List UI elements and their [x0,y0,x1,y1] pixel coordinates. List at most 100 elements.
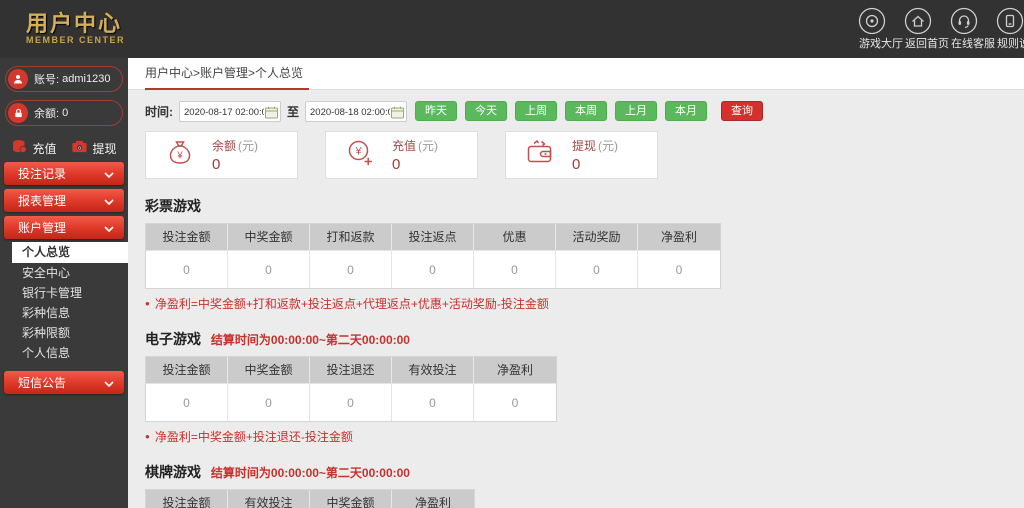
electronic-section-title: 电子游戏 结算时间为00:00:00~第二天00:00:00 [145,329,1007,349]
menu-label: 短信公告 [18,376,67,390]
chess-section-title: 棋牌游戏 结算时间为00:00:00~第二天00:00:00 [145,462,1007,482]
logo-title: 用户中心 [26,10,123,36]
column-header: 投注金额 [146,357,228,383]
column-header: 净盈利 [496,363,533,377]
balance-label: 余额: [34,108,60,120]
chevron-down-icon [104,167,114,181]
column-header: 中奖金额 [228,357,310,383]
column-header: 投注返点 [392,224,474,250]
quick-today-button[interactable]: 今天 [465,101,508,121]
lock-icon [8,103,28,123]
breadcrumb[interactable]: 用户中心>账户管理>个人总览 [145,58,310,90]
quick-yesterday-button[interactable]: 昨天 [415,101,458,121]
cell-value: 0 [556,250,638,288]
submenu-personal-info[interactable]: 个人信息 [0,343,128,363]
withdraw-value: 0 [572,156,581,173]
yen-plus-icon: ¥ [344,137,376,174]
recharge-button[interactable]: 充值 [11,138,57,158]
cell-value: 0 [146,383,228,421]
nav-game-hall[interactable]: 游戏大厅 [858,7,904,51]
balance-value: 0 [62,107,69,119]
menu-label: 账户管理 [18,221,67,235]
recharge-value: 0 [392,156,401,173]
column-header: 有效投注 [392,357,474,383]
note-text: 净盈利=中奖金额+投注退还-投注金额 [154,430,353,444]
cell-value: 0 [228,383,310,421]
quick-this-month-button[interactable]: 本月 [665,101,708,121]
account-box: 账号: admi1230 [5,66,123,92]
menu-sms-announcement[interactable]: 短信公告 [4,371,124,394]
quick-last-week-button[interactable]: 上周 [515,101,558,121]
svg-text:0: 0 [79,145,82,151]
table-header-row: 投注金额 中奖金额 投注退还 有效投注 净盈利 [146,357,556,383]
stat-cards: ¥ 余额 (元) 0 ¥ 充值 (元) 0 提现 (元) 0 [145,131,1007,179]
menu-account-management[interactable]: 账户管理 [4,216,124,239]
submenu-bank-card[interactable]: 银行卡管理 [0,283,128,303]
sidebar: 账号: admi1230 余额: 0 充值 0 提现 投注记录 报表管理 账户管… [0,58,128,508]
settlement-time-note: 结算时间为00:00:00~第二天00:00:00 [210,466,410,480]
withdraw-button[interactable]: 0 提现 [71,138,117,158]
quick-this-week-button[interactable]: 本周 [565,101,608,121]
menu-bet-records[interactable]: 投注记录 [4,162,124,185]
cell-value: 0 [474,250,556,288]
logo-subtitle: MEMBER CENTER [26,35,126,46]
home-icon [904,7,950,35]
submenu-lottery-info[interactable]: 彩种信息 [0,303,128,323]
to-label: 至 [287,104,300,119]
column-header: 净盈利 [660,230,697,244]
column-header: 投注金额 [146,490,228,508]
column-header: 净盈利 [414,496,451,508]
date-to-field[interactable] [305,100,408,124]
stat-label: 提现 [572,139,597,153]
column-header: 打和返款 [310,224,392,250]
electronic-formula-note: ● 净盈利=中奖金额+投注退还-投注金额 [145,428,1007,445]
lottery-section-title: 彩票游戏 [145,196,1007,216]
submenu-personal-overview[interactable]: 个人总览 [12,242,128,263]
logo: 用户中心 MEMBER CENTER [0,10,126,46]
settlement-time-note: 结算时间为00:00:00~第二天00:00:00 [210,333,410,347]
coins-icon [11,138,28,158]
top-nav: 游戏大厅 返回首页 在线客服 规则 [858,7,1024,51]
nav-label: 规则说明 [997,38,1024,50]
submenu-security-center[interactable]: 安全中心 [0,263,128,283]
bullet-icon: ● [145,299,150,308]
column-header: 活动奖励 [556,224,638,250]
balance-value: 0 [212,156,221,173]
customer-service-icon [950,7,996,35]
electronic-table: 投注金额 中奖金额 投注退还 有效投注 净盈利 0 0 0 0 0 [145,356,557,422]
search-button[interactable]: 查询 [721,101,764,121]
nav-rules[interactable]: 规则说明 [996,7,1024,51]
stat-unit: (元) [598,139,619,153]
rules-icon [996,7,1024,35]
account-value: admi1230 [62,73,111,85]
money-actions: 充值 0 提现 [4,138,124,158]
column-header: 中奖金额 [310,490,392,508]
section-title-text: 彩票游戏 [145,198,201,214]
cell-value: 0 [310,250,392,288]
menu-report-management[interactable]: 报表管理 [4,189,124,212]
stat-unit: (元) [238,139,259,153]
wallet-red-icon: 0 [71,138,88,158]
top-header: 用户中心 MEMBER CENTER 游戏大厅 返回首页 在线客服 规则 [0,0,1024,58]
nav-label: 在线客服 [951,38,995,50]
svg-text:¥: ¥ [354,145,362,157]
breadcrumb-bar: 用户中心>账户管理>个人总览 [128,58,1024,90]
withdraw-label: 提现 [92,141,117,156]
nav-label: 返回首页 [905,38,949,50]
nav-home[interactable]: 返回首页 [904,7,950,51]
cell-value: 0 [638,250,720,288]
calendar-icon[interactable] [391,106,405,124]
chevron-down-icon [104,221,114,235]
stat-unit: (元) [418,139,439,153]
balance-card: ¥ 余额 (元) 0 [145,131,298,179]
nav-label: 游戏大厅 [859,38,903,50]
nav-customer-service[interactable]: 在线客服 [950,7,996,51]
column-header: 投注退还 [310,357,392,383]
submenu-lottery-limit[interactable]: 彩种限额 [0,323,128,343]
table-header-row: 投注金额 中奖金额 打和返款 投注返点 优惠 活动奖励 净盈利 [146,224,720,250]
account-label: 账号: [34,74,60,86]
calendar-icon[interactable] [265,106,278,124]
cell-value: 0 [392,383,474,421]
date-from-field[interactable] [179,100,281,124]
quick-last-month-button[interactable]: 上月 [615,101,658,121]
